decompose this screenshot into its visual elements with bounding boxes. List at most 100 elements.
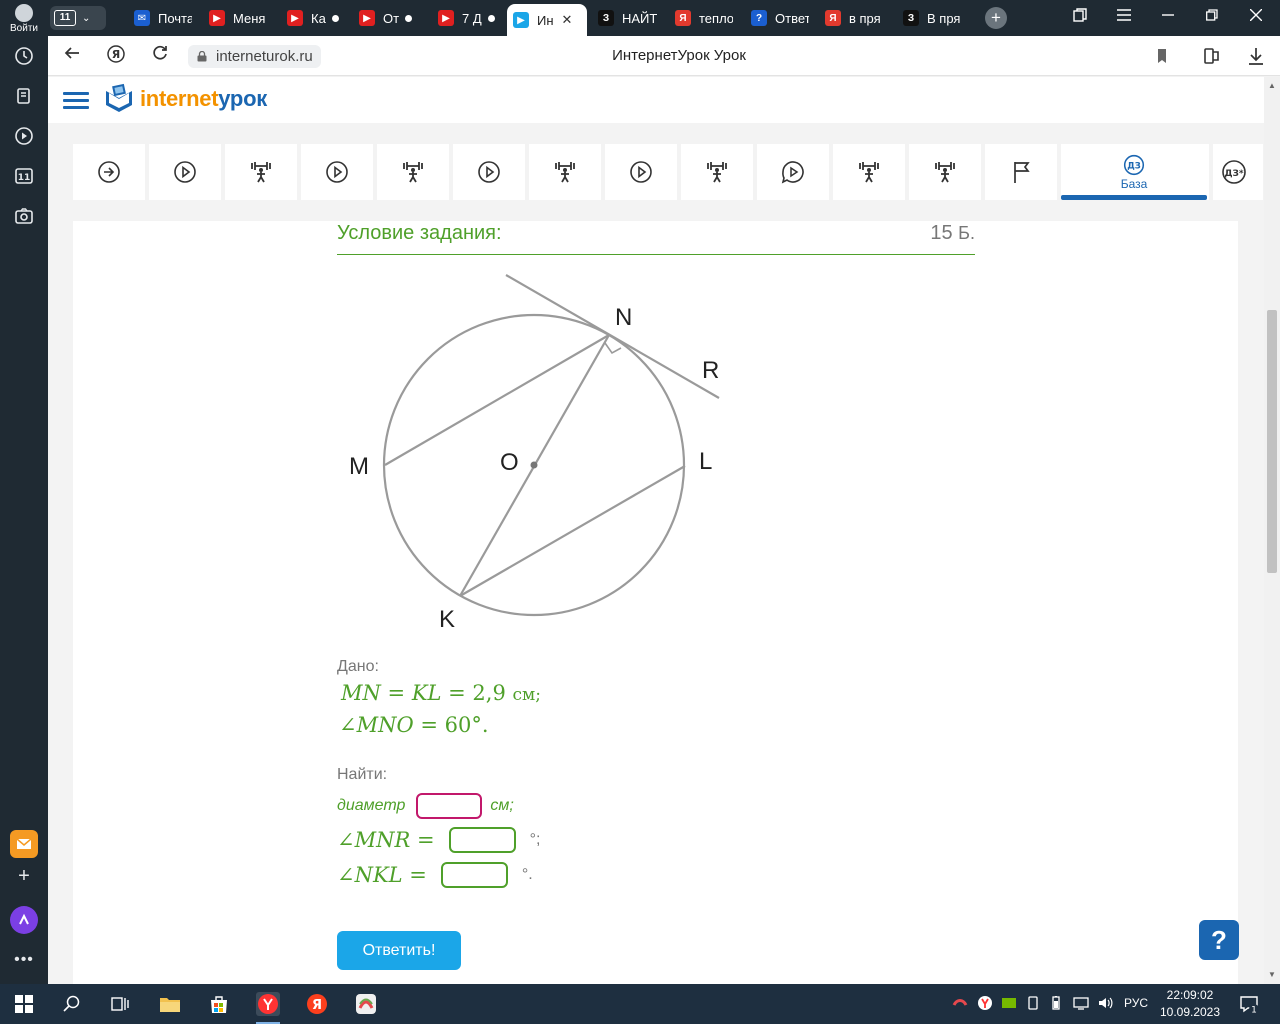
- step-homework-advanced[interactable]: ДЗ*: [1213, 144, 1257, 200]
- yandex-taskbar-icon[interactable]: Я: [305, 992, 329, 1016]
- page-scrollbar[interactable]: ▲ ▼: [1264, 77, 1280, 984]
- tab-favicon-icon: З: [598, 10, 614, 26]
- step-trainer[interactable]: [529, 144, 601, 200]
- browser-tab[interactable]: ▶ 7 Д: [432, 4, 502, 32]
- diameter-input[interactable]: [416, 793, 483, 819]
- angle-nkl-input[interactable]: [440, 862, 508, 888]
- browser-tab[interactable]: ▶ Ка: [281, 4, 349, 32]
- tab-label: 7 Д: [462, 10, 482, 26]
- user-icon: [15, 4, 33, 22]
- given-line-1-var: MN = KL =: [341, 681, 473, 705]
- tabs-view-icon[interactable]: [1070, 8, 1090, 25]
- tray-volume-icon[interactable]: [1097, 995, 1113, 1011]
- browser-tab[interactable]: ▶ Меня: [203, 4, 276, 32]
- label-n: N: [615, 304, 632, 331]
- more-icon[interactable]: •••: [12, 948, 36, 972]
- step-trainer[interactable]: [377, 144, 449, 200]
- step-video[interactable]: [301, 144, 373, 200]
- condition-title: Условие задания:: [337, 222, 502, 244]
- extensions-icon[interactable]: [1201, 45, 1223, 67]
- logo-text-part2: урок: [218, 86, 267, 111]
- notifications-icon[interactable]: 1: [1239, 994, 1259, 1016]
- file-explorer-icon[interactable]: [158, 992, 182, 1016]
- angle-nkl-unit: °.: [521, 866, 533, 883]
- menu-icon[interactable]: [1114, 8, 1134, 24]
- tab-favicon-icon: ▶: [513, 12, 529, 28]
- browser-tab[interactable]: Ятепло: [669, 4, 739, 32]
- screenshot-icon[interactable]: [12, 204, 36, 228]
- video-icon[interactable]: [12, 124, 36, 148]
- logo-text-part1: internet: [140, 86, 219, 111]
- browser-tab[interactable]: Яв пря: [819, 4, 892, 32]
- clock[interactable]: 22:09:02 10.09.2023: [1158, 987, 1222, 1021]
- step-trainer-icon: [859, 162, 879, 183]
- step-flag[interactable]: [985, 144, 1057, 200]
- logo-book-icon: [106, 83, 132, 112]
- step-video[interactable]: [453, 144, 525, 200]
- step-video[interactable]: [605, 144, 677, 200]
- homework-badge-text: ДЗ: [1127, 160, 1141, 170]
- mail-app-icon[interactable]: [10, 830, 38, 858]
- alice-icon[interactable]: [10, 906, 38, 934]
- step-trainer[interactable]: [909, 144, 981, 200]
- scrollbar-thumb[interactable]: [1267, 310, 1277, 573]
- browser-tab[interactable]: ✉ Почта: [128, 4, 198, 32]
- submit-button[interactable]: Ответить!: [337, 931, 461, 970]
- tabs-counter-icon[interactable]: 11: [12, 164, 36, 188]
- search-icon[interactable]: [60, 992, 84, 1016]
- step-video-icon: [174, 161, 196, 183]
- step-trainer-icon: [707, 162, 727, 183]
- tray-network-icon[interactable]: [1073, 995, 1089, 1011]
- store-icon[interactable]: [207, 992, 231, 1016]
- restore-icon[interactable]: [1202, 8, 1222, 24]
- collections-icon[interactable]: [12, 84, 36, 108]
- angle-mnr-unit: °;: [529, 831, 541, 848]
- angle-mnr-label: ∠MNR =: [337, 828, 435, 852]
- given-line-1-value: 2,9: [472, 681, 506, 705]
- browser-tab[interactable]: ▶ От: [353, 4, 428, 32]
- given-label: Дано:: [337, 658, 379, 675]
- scroll-down-icon[interactable]: ▼: [1268, 970, 1276, 979]
- scroll-up-icon[interactable]: ▲: [1268, 81, 1276, 90]
- help-button[interactable]: ?: [1199, 920, 1239, 960]
- tab-counter-button[interactable]: 11 ⌄: [50, 6, 106, 30]
- keyboard-language[interactable]: РУС: [1124, 996, 1148, 1010]
- download-icon[interactable]: [1245, 45, 1267, 67]
- browser-tab[interactable]: З В пря: [897, 4, 967, 32]
- yandex-browser-taskbar-icon[interactable]: [256, 992, 280, 1024]
- login-button[interactable]: Войти: [4, 4, 44, 34]
- tray-usb-icon[interactable]: [1025, 995, 1041, 1011]
- step-video-quiz[interactable]: [757, 144, 829, 200]
- browser-tab[interactable]: ? Ответ: [745, 4, 815, 32]
- task-view-icon[interactable]: [108, 992, 132, 1016]
- tray-nvidia-icon[interactable]: [1001, 995, 1017, 1011]
- step-trainer[interactable]: [681, 144, 753, 200]
- step-homework-active[interactable]: ДЗ База: [1061, 144, 1207, 200]
- add-panel-icon[interactable]: +: [12, 864, 36, 888]
- browser-tab[interactable]: З НАЙТ: [592, 4, 664, 32]
- hamburger-menu-icon[interactable]: [63, 92, 89, 110]
- tray-app-icon[interactable]: [952, 995, 968, 1011]
- tray-yandex-icon[interactable]: [977, 995, 993, 1011]
- history-icon[interactable]: [12, 44, 36, 68]
- step-video-icon: [630, 161, 652, 183]
- browser-tab[interactable]: ▶ Ин ✕: [507, 4, 587, 36]
- close-icon[interactable]: [1246, 8, 1266, 24]
- angle-mnr-input[interactable]: [448, 827, 516, 853]
- step-video[interactable]: [149, 144, 221, 200]
- page-viewport: internetурок ДЗ База ДЗ* Условие задания: …: [48, 77, 1264, 984]
- tab-strip: 11 ⌄ ✉ Почта ▶ Меня ▶ Ка ▶ От ▶ 7 Д ▶ Ин ✕ З НАЙТ Ятепл…: [48, 0, 1280, 36]
- step-trainer[interactable]: [833, 144, 905, 200]
- step-trainer[interactable]: [225, 144, 297, 200]
- label-r: R: [702, 357, 719, 384]
- bookmark-icon[interactable]: [1151, 45, 1173, 67]
- new-tab-button[interactable]: +: [985, 7, 1007, 29]
- tray-battery-icon[interactable]: [1048, 995, 1064, 1011]
- given-line-2: ∠MNO = 60°.: [339, 713, 489, 737]
- step-start[interactable]: [73, 144, 145, 200]
- app-taskbar-icon[interactable]: [354, 992, 378, 1016]
- windows-start-icon[interactable]: [12, 992, 36, 1016]
- tab-close-icon[interactable]: ✕: [562, 12, 573, 28]
- minimize-icon[interactable]: [1158, 8, 1178, 24]
- site-logo[interactable]: internetурок: [104, 83, 267, 115]
